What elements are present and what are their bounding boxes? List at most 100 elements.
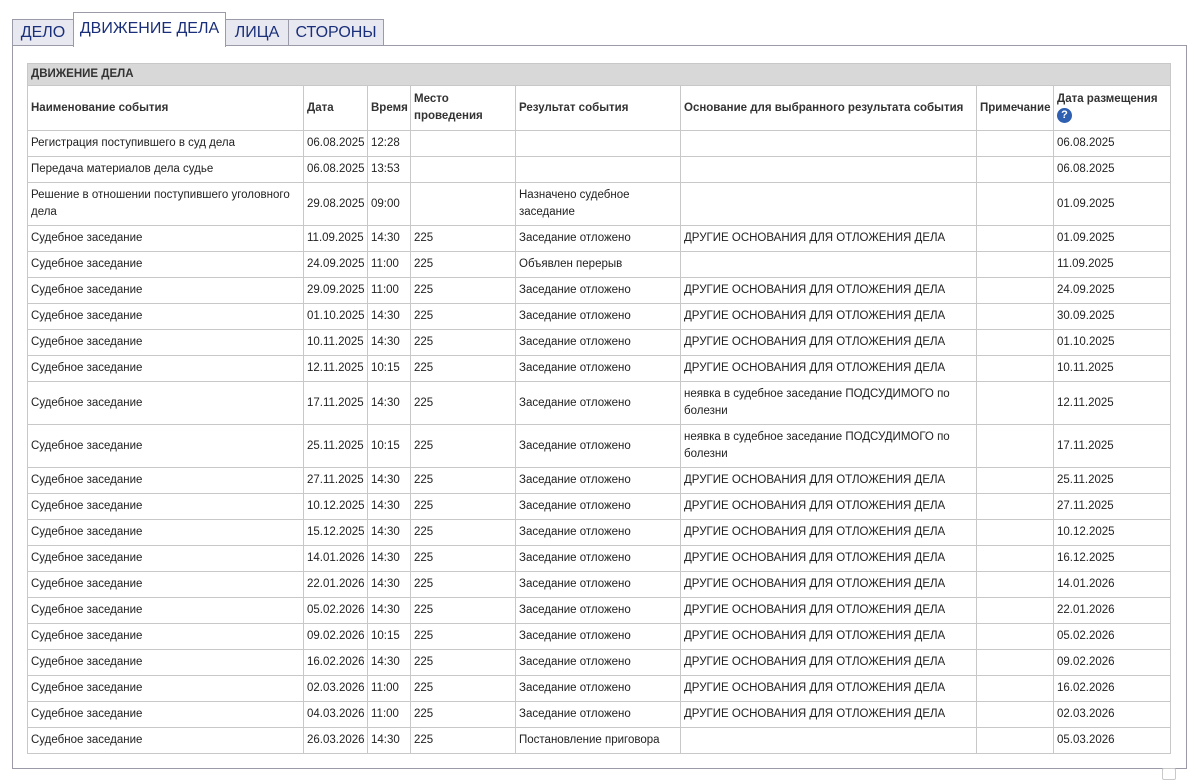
cell-time: 13:53 [367,156,411,183]
cell-event: Судебное заседание [27,545,304,572]
cell-event: Передача материалов дела судье [27,156,304,183]
cell-time: 10:15 [367,424,411,468]
cell-result: Заседание отложено [515,701,681,728]
cell-date: 14.01.2026 [303,545,368,572]
cell-time: 09:00 [367,182,411,226]
cell-time: 14:30 [367,467,411,494]
cell-result: Назначено судебное заседание [515,182,681,226]
cell-posted: 27.11.2025 [1052,493,1172,520]
cell-event: Судебное заседание [27,493,304,520]
cell-date: 24.09.2025 [303,251,368,278]
cell-note [976,571,1054,598]
cell-result: Заседание отложено [515,675,681,702]
cell-event: Судебное заседание [27,329,304,356]
cell-event: Судебное заседание [27,277,304,304]
cell-place: 225 [410,277,516,304]
cell-event: Судебное заседание [27,727,304,754]
table-header-row: Наименование события Дата Время Место пр… [27,85,1172,131]
cell-date: 10.12.2025 [303,493,368,520]
cell-event: Судебное заседание [27,424,304,468]
cell-result: Заседание отложено [515,381,681,425]
help-icon[interactable]: ? [1057,108,1072,124]
cell-posted: 09.02.2026 [1052,649,1172,676]
cell-result [515,156,681,183]
cell-posted: 16.02.2026 [1052,675,1172,702]
cell-date: 15.12.2025 [303,519,368,546]
cell-result: Заседание отложено [515,277,681,304]
tab-storony[interactable]: СТОРОНЫ [288,19,384,45]
table-row: Решение в отношении поступившего уголовн… [27,182,1172,226]
cell-note [976,623,1054,650]
tab-dvizhenie-dela[interactable]: ДВИЖЕНИЕ ДЕЛА [73,12,226,47]
cell-event: Судебное заседание [27,251,304,278]
table-row: Судебное заседание 09.02.2026 10:15 225 Засе… [27,623,1172,650]
cell-event: Судебное заседание [27,355,304,382]
cell-note [976,675,1054,702]
cell-note [976,251,1054,278]
cell-time: 14:30 [367,381,411,425]
cell-posted: 12.11.2025 [1052,381,1172,425]
cell-note [976,519,1054,546]
cell-place: 225 [410,675,516,702]
cell-result: Заседание отложено [515,467,681,494]
cell-note [976,303,1054,330]
cell-date: 01.10.2025 [303,303,368,330]
cell-time: 14:30 [367,571,411,598]
table-row: Судебное заседание 24.09.2025 11:00 225 Объя… [27,251,1172,278]
cell-time: 14:30 [367,519,411,546]
table-row: Судебное заседание 11.09.2025 14:30 225 Засе… [27,225,1172,252]
cell-result: Заседание отложено [515,519,681,546]
col-header-result: Результат события [515,85,681,131]
cell-place: 225 [410,727,516,754]
cell-basis [680,130,977,157]
cell-note [976,182,1054,226]
cell-place: 225 [410,623,516,650]
cell-basis: ДРУГИЕ ОСНОВАНИЯ ДЛЯ ОТЛОЖЕНИЯ ДЕЛА [680,571,977,598]
cell-posted: 06.08.2025 [1052,156,1172,183]
table-row: Регистрация поступившего в суд дела 06.08… [27,130,1172,157]
cell-posted: 17.11.2025 [1052,424,1172,468]
table-row: Судебное заседание 17.11.2025 14:30 225 Засе… [27,381,1172,425]
cell-date: 05.02.2026 [303,597,368,624]
cell-date: 27.11.2025 [303,467,368,494]
cell-place: 225 [410,381,516,425]
cell-basis: неявка в судебное заседание ПОДСУДИМОГО … [680,424,977,468]
cell-event: Судебное заседание [27,303,304,330]
cell-basis: ДРУГИЕ ОСНОВАНИЯ ДЛЯ ОТЛОЖЕНИЯ ДЕЛА [680,303,977,330]
cell-place: 225 [410,467,516,494]
cell-basis: ДРУГИЕ ОСНОВАНИЯ ДЛЯ ОТЛОЖЕНИЯ ДЕЛА [680,493,977,520]
cell-date: 02.03.2026 [303,675,368,702]
cell-time: 14:30 [367,545,411,572]
cell-result: Объявлен перерыв [515,251,681,278]
cell-date: 12.11.2025 [303,355,368,382]
table-row: Судебное заседание 22.01.2026 14:30 225 Засе… [27,571,1172,598]
cell-date: 26.03.2026 [303,727,368,754]
cell-result: Заседание отложено [515,355,681,382]
cell-place: 225 [410,701,516,728]
cell-time: 14:30 [367,727,411,754]
table-row: Судебное заседание 05.02.2026 14:30 225 Засе… [27,597,1172,624]
cell-posted: 05.02.2026 [1052,623,1172,650]
cell-result: Заседание отложено [515,303,681,330]
cell-place [410,156,516,183]
case-movement-table: ДВИЖЕНИЕ ДЕЛА Наименование события Дата … [26,63,1172,754]
cell-time: 11:00 [367,251,411,278]
cell-posted: 25.11.2025 [1052,467,1172,494]
cell-time: 11:00 [367,277,411,304]
col-header-basis: Основание для выбранного результата собы… [680,85,977,131]
cell-place: 225 [410,571,516,598]
tab-litsa[interactable]: ЛИЦА [225,19,289,45]
cell-event: Судебное заседание [27,649,304,676]
cell-basis [680,251,977,278]
cell-result: Заседание отложено [515,649,681,676]
cell-result: Заседание отложено [515,545,681,572]
cell-event: Судебное заседание [27,623,304,650]
cell-basis: ДРУГИЕ ОСНОВАНИЯ ДЛЯ ОТЛОЖЕНИЯ ДЕЛА [680,519,977,546]
cell-date: 04.03.2026 [303,701,368,728]
cell-note [976,225,1054,252]
cell-time: 14:30 [367,649,411,676]
cell-note [976,649,1054,676]
cell-place: 225 [410,329,516,356]
tab-delo[interactable]: ДЕЛО [12,19,74,45]
cell-result: Заседание отложено [515,493,681,520]
